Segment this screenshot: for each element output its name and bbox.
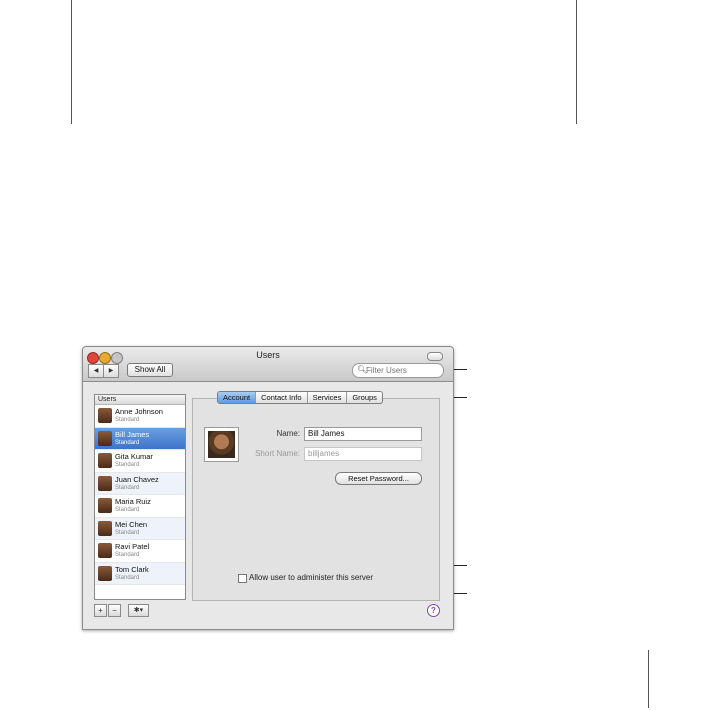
- users-list-rows: Anne Johnson Standard Bill James Standard Gi…: [95, 405, 185, 585]
- avatar: [98, 498, 112, 513]
- short-name-label: Short Name:: [255, 449, 300, 458]
- user-role: Standard: [115, 417, 140, 423]
- list-item[interactable]: Bill James Standard: [95, 427, 185, 450]
- filter-users-search[interactable]: 🔍︎: [352, 363, 444, 378]
- avatar: [98, 543, 112, 558]
- list-item[interactable]: Tom Clark Standard: [95, 562, 185, 585]
- user-role: Standard: [115, 439, 140, 446]
- remove-user-button[interactable]: −: [108, 604, 121, 617]
- detail-tabs: Account Contact Info Services Groups: [217, 391, 383, 404]
- tab-contact-info[interactable]: Contact Info: [256, 392, 308, 403]
- user-role: Standard: [115, 529, 140, 536]
- help-button[interactable]: ?: [427, 604, 440, 617]
- show-all-button[interactable]: Show All: [127, 363, 173, 377]
- add-user-button[interactable]: +: [94, 604, 107, 617]
- filter-users-input[interactable]: [366, 365, 440, 376]
- tab-groups[interactable]: Groups: [347, 392, 382, 403]
- list-item[interactable]: Maria Ruiz Standard: [95, 495, 185, 518]
- tab-services[interactable]: Services: [308, 392, 348, 403]
- user-name: Gita Kumar: [115, 452, 153, 461]
- admin-checkbox-label: Allow user to administer this server: [249, 573, 374, 582]
- short-name-field[interactable]: billjames: [304, 447, 422, 461]
- name-value: Bill James: [308, 429, 345, 438]
- title-bar: Users ◀ ▶ Show All 🔍︎: [83, 347, 453, 382]
- name-field[interactable]: Bill James: [304, 427, 422, 441]
- user-name: Maria Ruiz: [115, 497, 151, 506]
- user-role: Standard: [115, 507, 140, 513]
- bottom-right-rule: [648, 650, 649, 708]
- name-label: Name:: [276, 429, 300, 438]
- admin-checkbox[interactable]: [238, 574, 247, 583]
- user-role: Standard: [115, 484, 140, 491]
- avatar: [98, 408, 112, 423]
- window-title: Users: [256, 350, 280, 360]
- forward-button[interactable]: ▶: [103, 364, 119, 378]
- tab-account[interactable]: Account: [218, 392, 257, 403]
- top-right-rule: [576, 0, 577, 124]
- user-name: Bill James: [115, 429, 150, 439]
- users-list-header: Users: [95, 395, 185, 405]
- avatar: [98, 475, 112, 491]
- list-item[interactable]: Anne Johnson Standard: [95, 405, 185, 428]
- user-name: Juan Chavez: [115, 474, 159, 484]
- user-name: Tom Clark: [115, 564, 149, 574]
- list-item[interactable]: Ravi Patel Standard: [95, 540, 185, 563]
- list-item[interactable]: Gita Kumar Standard: [95, 450, 185, 473]
- short-name-value: billjames: [308, 449, 340, 458]
- top-left-rule: [71, 0, 72, 124]
- avatar: [98, 520, 112, 536]
- avatar: [98, 453, 112, 468]
- user-role: Standard: [115, 574, 140, 581]
- user-name: Anne Johnson: [115, 407, 163, 416]
- avatar: [98, 565, 112, 581]
- avatar: [98, 430, 112, 446]
- user-name: Ravi Patel: [115, 542, 150, 551]
- action-menu-button[interactable]: ✱▾: [128, 604, 149, 617]
- reset-password-button[interactable]: Reset Password...: [335, 472, 422, 485]
- list-item[interactable]: Mei Chen Standard: [95, 517, 185, 540]
- user-role: Standard: [115, 462, 140, 468]
- back-button[interactable]: ◀: [88, 364, 104, 378]
- user-name: Mei Chen: [115, 519, 148, 529]
- toolbar-toggle-button[interactable]: [427, 352, 443, 361]
- user-role: Standard: [115, 552, 140, 558]
- users-window: Users ◀ ▶ Show All 🔍︎ Users Anne Johnson…: [82, 346, 454, 630]
- list-item[interactable]: Juan Chavez Standard: [95, 472, 185, 495]
- users-list[interactable]: Users Anne Johnson Standard Bill James Stan…: [94, 394, 186, 600]
